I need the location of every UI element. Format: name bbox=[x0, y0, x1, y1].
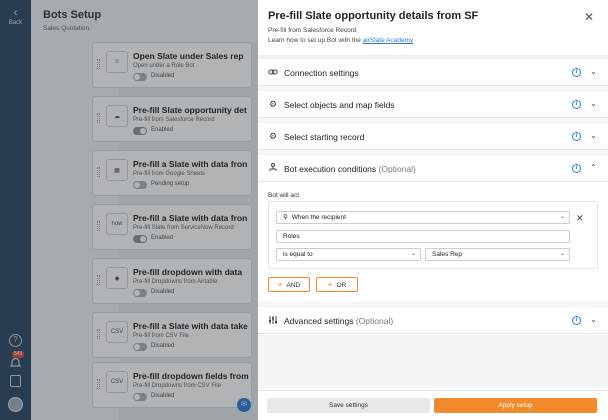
field-select[interactable]: Roles bbox=[276, 230, 570, 243]
drawer-title: Pre-fill Slate opportunity details from … bbox=[268, 10, 479, 22]
chevron-up-icon[interactable]: ⌃ bbox=[590, 163, 597, 172]
operator-select[interactable]: is equal to ⌄ bbox=[276, 248, 421, 261]
drawer-subtitle: Pre-fill from Salesforce Record bbox=[268, 27, 357, 34]
section-label: Bot execution conditions (Optional) bbox=[284, 164, 416, 174]
learn-text: Learn how to set up Bot with the airSlat… bbox=[268, 37, 413, 44]
apply-setup-button[interactable]: Apply setup bbox=[434, 398, 597, 413]
add-or-button[interactable]: + OR bbox=[316, 277, 358, 292]
field-select-value: Roles bbox=[283, 233, 300, 240]
person-icon: ⚲ bbox=[283, 214, 288, 221]
section-advanced-settings[interactable]: Advanced settings (Optional) i ⌄ bbox=[258, 307, 608, 334]
add-and-button[interactable]: + AND bbox=[268, 277, 310, 292]
chevron-down-icon[interactable]: ⌄ bbox=[590, 99, 597, 108]
link-icon bbox=[268, 67, 278, 77]
chevron-down-icon[interactable]: ⌄ bbox=[590, 131, 597, 140]
chevron-down-icon[interactable]: ⌄ bbox=[590, 67, 597, 76]
academy-link[interactable]: airSlate Academy bbox=[363, 37, 414, 44]
chevron-down-icon: ⌄ bbox=[410, 251, 416, 257]
section-label: Connection settings bbox=[284, 68, 359, 78]
recipient-select-value: When the recipient bbox=[291, 214, 346, 221]
and-label: AND bbox=[286, 282, 301, 289]
info-icon[interactable]: i bbox=[572, 132, 581, 141]
info-icon[interactable]: i bbox=[572, 164, 581, 173]
conditions-icon bbox=[268, 163, 278, 173]
plus-icon: + bbox=[327, 280, 333, 289]
drawer-footer: Save settings Apply setup bbox=[258, 390, 608, 420]
value-select[interactable]: Sales Rep ⌄ bbox=[425, 248, 570, 261]
chevron-down-icon: ⌄ bbox=[559, 214, 565, 220]
section-label: Select starting record bbox=[284, 132, 365, 142]
section-label: Select objects and map fields bbox=[284, 100, 395, 110]
info-icon[interactable]: i bbox=[572, 316, 581, 325]
gear-icon: ⚙ bbox=[268, 99, 278, 109]
chevron-down-icon: ⌄ bbox=[559, 251, 565, 257]
drawer-body-background bbox=[258, 335, 608, 388]
gear-icon: ⚙ bbox=[268, 131, 278, 141]
section-select-objects[interactable]: ⚙ Select objects and map fields i ⌄ bbox=[258, 91, 608, 118]
save-settings-button[interactable]: Save settings bbox=[267, 398, 430, 413]
remove-condition-button[interactable]: ✕ bbox=[576, 213, 584, 224]
section-execution-conditions[interactable]: Bot execution conditions (Optional) i ⌃ bbox=[258, 155, 608, 182]
bot-will-act-label: Bot will act bbox=[268, 192, 300, 199]
or-label: OR bbox=[336, 282, 347, 289]
close-icon[interactable]: ✕ bbox=[584, 10, 594, 24]
info-icon[interactable]: i bbox=[572, 68, 581, 77]
operator-select-value: is equal to bbox=[283, 251, 313, 258]
section-connection-settings[interactable]: Connection settings i ⌄ bbox=[258, 59, 608, 86]
recipient-select[interactable]: ⚲ When the recipient ⌄ bbox=[276, 211, 570, 224]
value-select-value: Sales Rep bbox=[432, 251, 462, 258]
sliders-icon bbox=[268, 315, 278, 325]
learn-text-label: Learn how to set up Bot with the bbox=[268, 37, 361, 44]
info-icon[interactable]: i bbox=[572, 100, 581, 109]
bot-settings-drawer: Pre-fill Slate opportunity details from … bbox=[258, 0, 608, 420]
section-starting-record[interactable]: ⚙ Select starting record i ⌄ bbox=[258, 123, 608, 150]
section-label: Advanced settings (Optional) bbox=[284, 316, 394, 326]
chevron-down-icon[interactable]: ⌄ bbox=[590, 315, 597, 324]
plus-icon: + bbox=[277, 280, 283, 289]
